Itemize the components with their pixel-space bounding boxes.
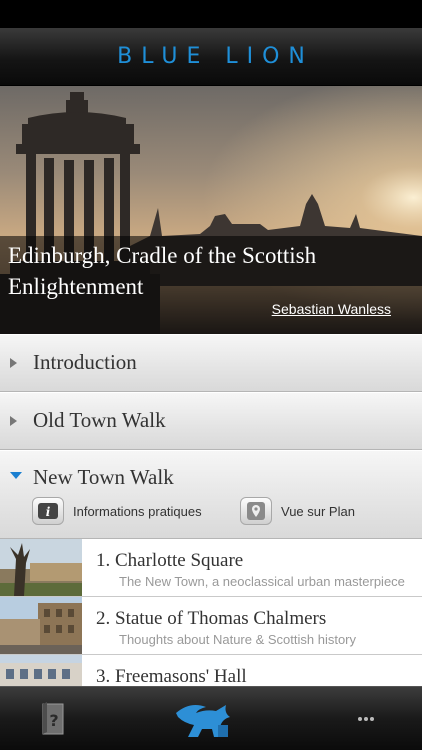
hero-title: Edinburgh, Cradle of the Scottish Enligh… [8,243,317,299]
section-old-town-walk[interactable]: Old Town Walk [0,392,422,450]
nav-bar: BLUE LION [0,28,422,86]
map-view-label: Vue sur Plan [281,503,355,519]
stop-thumbnail [0,539,82,596]
map-view-button[interactable]: Vue sur Plan [240,497,355,525]
tab-bar: ? [0,686,422,750]
guide-book-icon: ? [42,702,64,735]
practical-info-button[interactable]: i Informations pratiques [32,497,202,525]
list-item[interactable]: 1. Charlotte Square The New Town, a neoc… [0,539,422,597]
section-label: Introduction [33,350,137,374]
chevron-right-icon [10,358,17,368]
map-pin-icon [240,497,272,525]
info-icon: i [32,497,64,525]
stop-thumbnail [0,597,82,654]
list-item[interactable]: 2. Statue of Thomas Chalmers Thoughts ab… [0,597,422,655]
tab-more[interactable] [348,687,384,750]
lion-logo-icon [176,705,230,737]
stop-title: 1. Charlotte Square [96,550,244,571]
status-bar [0,0,422,28]
stop-subtitle: Thoughts about Nature & Scottish history [119,632,357,647]
section-label: New Town Walk [33,465,174,489]
hero-banner: Edinburgh, Cradle of the Scottish Enligh… [0,86,422,334]
tab-home[interactable] [170,687,236,750]
chevron-right-icon [10,416,17,426]
photo-credit-link[interactable]: Sebastian Wanless [272,301,391,317]
section-introduction[interactable]: Introduction [0,334,422,392]
section-new-town-walk[interactable]: New Town Walk i Informations pratiques V… [0,450,422,539]
practical-info-label: Informations pratiques [73,503,202,519]
more-dots-icon [358,717,374,721]
stop-subtitle: The New Town, a neoclassical urban maste… [119,574,405,589]
chevron-down-icon [10,472,22,479]
app-title: BLUE LION [117,44,314,69]
stop-title: 3. Freemasons' Hall [96,666,247,687]
svg-text:i: i [46,505,51,519]
stop-title: 2. Statue of Thomas Chalmers [96,608,327,629]
svg-text:?: ? [49,711,58,730]
tab-guide[interactable]: ? [30,687,76,750]
section-label: Old Town Walk [33,408,166,432]
